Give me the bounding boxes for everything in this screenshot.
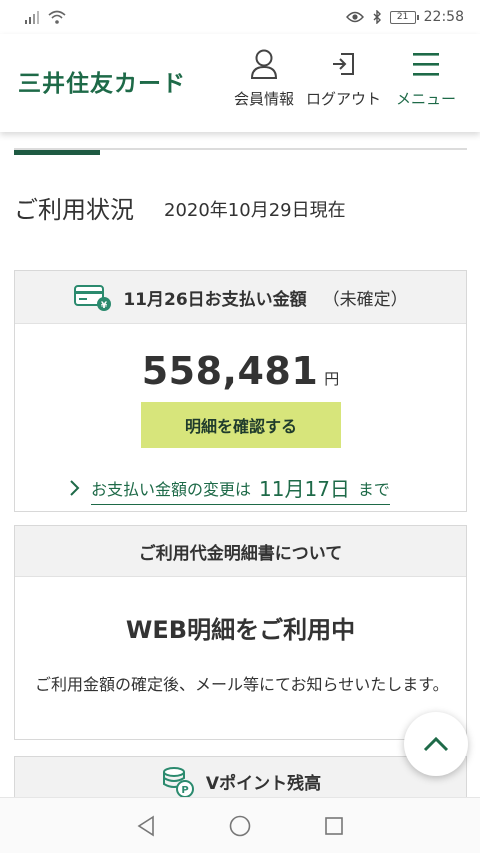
web-statement-status: WEB明細をご利用中	[125, 616, 356, 644]
brand-logo[interactable]: 三井住友カード	[18, 64, 186, 98]
statement-info-card: ご利用代金明細書について WEB明細をご利用中 ご利用金額の確定後、メール等にて…	[14, 525, 467, 740]
signal-icon	[25, 11, 39, 24]
credit-card-yen-icon: ¥	[74, 285, 112, 311]
coin-stack-points-icon: P	[162, 766, 194, 798]
payment-amount-value: 558,481	[141, 349, 319, 393]
change-deadline-date: 11月17日	[259, 477, 350, 501]
recent-apps-icon[interactable]	[323, 815, 345, 837]
payment-card-header: ¥ 11月26日お支払い金額 （未確定）	[15, 271, 466, 324]
eye-icon	[345, 11, 364, 23]
wifi-icon	[48, 10, 66, 24]
status-bar: 21 22:58	[0, 0, 480, 34]
logout-label: ログアウト	[306, 90, 382, 108]
back-icon[interactable]	[135, 815, 157, 837]
status-time: 22:58	[423, 9, 464, 25]
hamburger-icon	[413, 53, 439, 76]
usage-title: ご利用状況	[14, 196, 134, 224]
view-statement-button[interactable]: 明細を確認する	[141, 402, 341, 448]
system-nav-bar	[0, 797, 480, 853]
site-header: 三井住友カード 会員情報 ログアウト メニュー	[0, 34, 480, 132]
logout-icon	[332, 53, 354, 75]
statement-card-header: ご利用代金明細書について	[15, 526, 466, 577]
payment-amount: 558,481 円	[15, 349, 466, 393]
usage-as-of-date: 2020年10月29日現在	[164, 200, 346, 221]
member-info-button[interactable]: 会員情報	[234, 48, 294, 109]
unconfirmed-note: （未確定）	[322, 289, 408, 310]
menu-button[interactable]: メニュー	[396, 48, 456, 109]
bluetooth-icon	[373, 10, 381, 24]
statement-description: ご利用金額の確定後、メール等にてお知らせいたします。	[35, 675, 449, 694]
payment-date-heading: 11月26日お支払い金額	[123, 289, 307, 310]
svg-text:¥: ¥	[101, 301, 108, 311]
tab-active-indicator	[14, 150, 100, 155]
logout-button[interactable]: ログアウト	[306, 48, 381, 109]
person-icon	[250, 49, 278, 79]
menu-label: メニュー	[396, 90, 457, 108]
home-icon[interactable]	[228, 814, 252, 838]
chevron-right-icon	[70, 480, 80, 496]
change-link-suffix: まで	[357, 479, 390, 499]
change-link-prefix: お支払い金額の変更は	[91, 479, 252, 499]
battery-icon: 21	[389, 10, 419, 24]
scroll-to-top-button[interactable]	[404, 712, 468, 776]
payment-amount-card: ¥ 11月26日お支払い金額 （未確定） 558,481 円 明細を確認する お支…	[14, 270, 467, 512]
points-heading: Vポイント残高	[205, 774, 322, 794]
payment-change-link[interactable]: お支払い金額の変更は 11月17日 まで	[91, 473, 390, 505]
svg-text:P: P	[181, 785, 188, 796]
chevron-up-icon	[423, 736, 449, 752]
currency-unit: 円	[324, 370, 340, 388]
member-info-label: 会員情報	[234, 90, 295, 108]
